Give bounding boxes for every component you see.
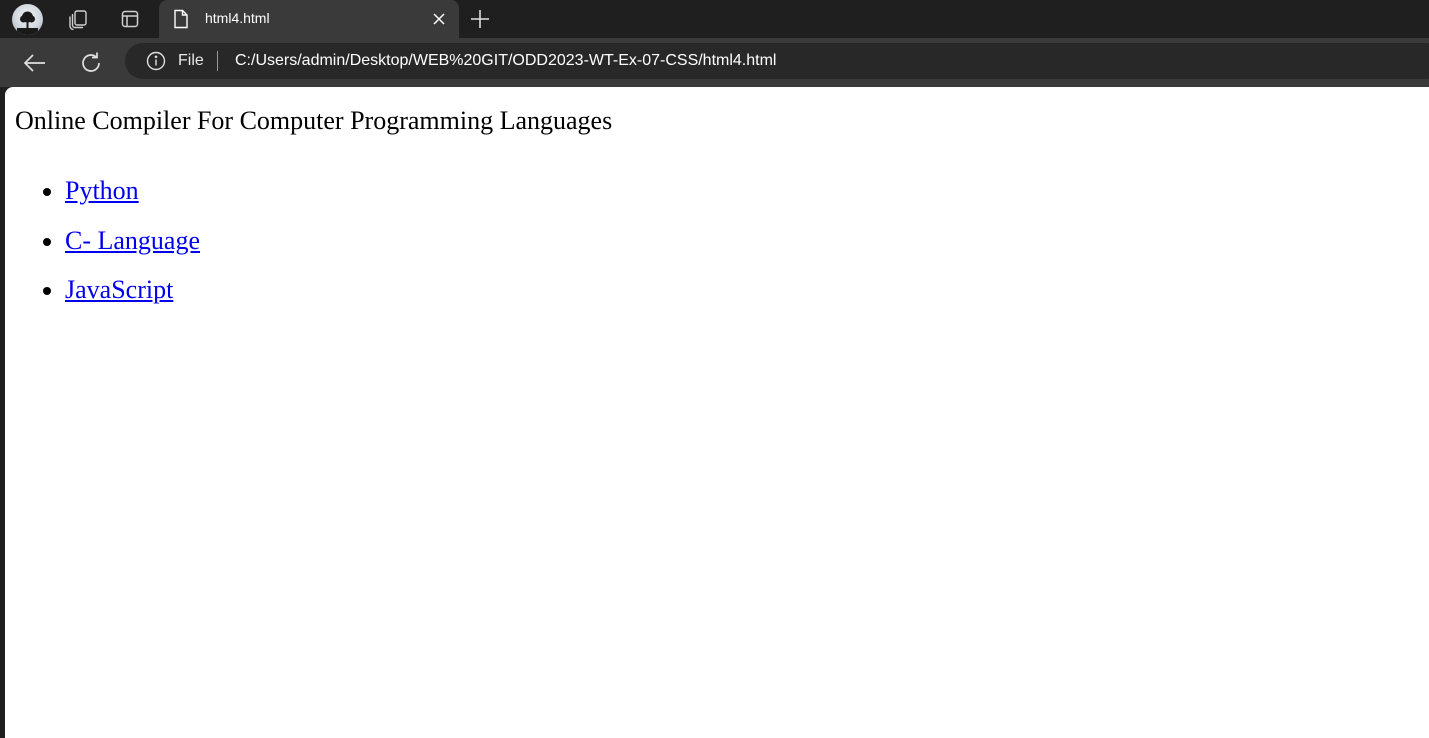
c-language-link[interactable]: C- Language bbox=[65, 226, 200, 255]
javascript-link[interactable]: JavaScript bbox=[65, 275, 173, 304]
python-link[interactable]: Python bbox=[65, 176, 139, 205]
list-item: C- Language bbox=[65, 223, 200, 273]
page-heading: Online Compiler For Computer Programming… bbox=[15, 106, 613, 135]
tab-strip: html4.html bbox=[0, 0, 1429, 38]
url-text[interactable]: C:/Users/admin/Desktop/WEB%20GIT/ODD2023… bbox=[235, 52, 776, 70]
page-viewport: Online Compiler For Computer Programming… bbox=[5, 87, 1429, 738]
back-arrow-icon[interactable] bbox=[22, 50, 48, 76]
workspaces-icon[interactable] bbox=[65, 7, 91, 31]
scheme-label: File bbox=[178, 52, 204, 69]
tab-html4[interactable]: html4.html bbox=[159, 0, 459, 38]
close-icon[interactable] bbox=[431, 11, 447, 27]
info-icon[interactable] bbox=[146, 51, 166, 71]
language-link-list: Python C- Language JavaScript bbox=[5, 173, 200, 322]
list-item: JavaScript bbox=[65, 272, 200, 322]
browser-window: html4.html File C:/Users/admin/Desktop/W… bbox=[0, 0, 1429, 738]
address-bar[interactable]: File C:/Users/admin/Desktop/WEB%20GIT/OD… bbox=[125, 43, 1429, 79]
list-item: Python bbox=[65, 173, 200, 223]
tab-actions-icon[interactable] bbox=[117, 7, 143, 31]
file-icon bbox=[173, 9, 189, 34]
refresh-icon[interactable] bbox=[78, 50, 104, 76]
divider bbox=[217, 51, 218, 71]
toolbar: File C:/Users/admin/Desktop/WEB%20GIT/OD… bbox=[0, 38, 1429, 87]
plus-icon[interactable] bbox=[469, 8, 491, 30]
profile-avatar-icon[interactable] bbox=[12, 4, 43, 35]
tab-title: html4.html bbox=[205, 10, 270, 26]
